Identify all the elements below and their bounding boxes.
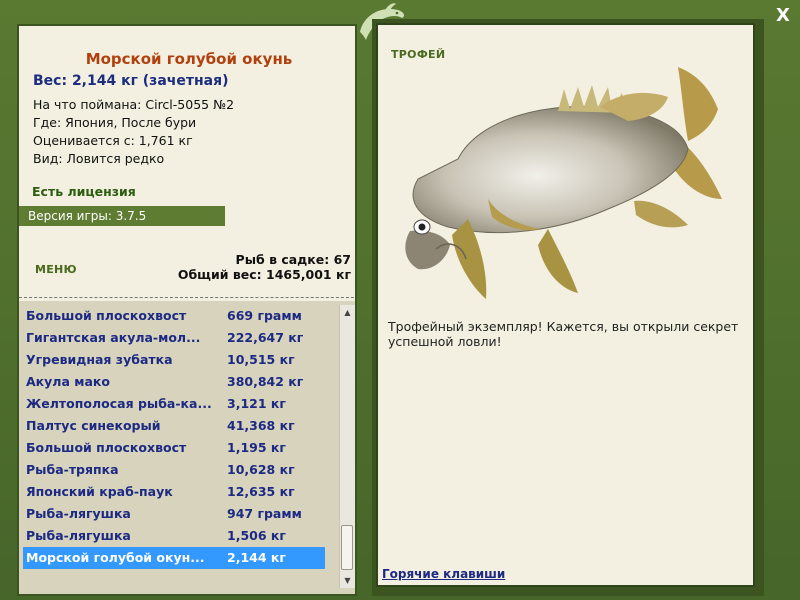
trophy-description: Трофейный экземпляр! Кажется, вы открыли… xyxy=(388,319,739,349)
fish-weight-value: 1,195 кг xyxy=(227,440,286,455)
fish-name: Желтополосая рыба-ка... xyxy=(26,396,212,411)
fish-image xyxy=(405,67,722,299)
fish-name: Акула мако xyxy=(26,374,110,389)
catch-details-panel: Морской голубой окунь Вес: 2,144 кг (зач… xyxy=(17,24,357,596)
fish-weight: Вес: 2,144 кг (зачетная) xyxy=(33,73,229,89)
list-item[interactable]: Палтус синекорый 41,368 кг xyxy=(23,415,325,437)
trophy-label: ТРОФЕЙ xyxy=(391,48,446,61)
game-version: Версия игры: 3.7.5 xyxy=(19,206,225,226)
fish-name: Гигантская акула-мол... xyxy=(26,330,201,345)
total-weight: Общий вес: 1465,001 кг xyxy=(177,267,351,282)
list-item[interactable]: Угревидная зубатка 10,515 кг xyxy=(23,349,325,371)
fish-name: Угревидная зубатка xyxy=(26,352,173,367)
fish-name: Рыба-лягушка xyxy=(26,506,131,521)
valued-from-text: Оценивается с: 1,761 кг xyxy=(33,133,193,148)
fish-name: Японский краб-паук xyxy=(26,484,173,499)
list-item[interactable]: Рыба-лягушка 1,506 кг xyxy=(23,525,325,547)
fish-weight-value: 10,515 кг xyxy=(227,352,295,367)
scroll-thumb[interactable] xyxy=(341,525,353,570)
list-scrollbar[interactable]: ▲ ▼ xyxy=(339,305,355,588)
catch-rows: Большой плоскохвост 669 грамм Гигантская а… xyxy=(23,305,325,569)
list-item[interactable]: Акула мако 380,842 кг xyxy=(23,371,325,393)
fish-name: Морской голубой окун... xyxy=(26,550,205,565)
fish-count: Рыб в садке: 67 xyxy=(235,252,351,267)
list-item[interactable]: Морской голубой окун... 2,144 кг xyxy=(23,547,325,569)
license-status: Есть лицензия xyxy=(32,184,136,199)
list-item[interactable]: Большой плоскохвост 1,195 кг xyxy=(23,437,325,459)
fish-weight-value: 1,506 кг xyxy=(227,528,286,543)
fish-title: Морской голубой окунь xyxy=(85,50,293,68)
list-item[interactable]: Японский краб-паук 12,635 кг xyxy=(23,481,325,503)
fish-weight-value: 3,121 кг xyxy=(227,396,286,411)
scroll-up-icon[interactable]: ▲ xyxy=(340,305,355,320)
fish-weight-value: 222,647 кг xyxy=(227,330,304,345)
fish-weight-value: 947 грамм xyxy=(227,506,302,521)
menu-button[interactable]: МЕНЮ xyxy=(35,263,77,276)
caught-with-text: На что поймана: Circl-5055 №2 xyxy=(33,97,235,112)
list-item[interactable]: Большой плоскохвост 669 грамм xyxy=(23,305,325,327)
fish-name: Палтус синекорый xyxy=(26,418,161,433)
fish-weight-value: 10,628 кг xyxy=(227,462,295,477)
hotkeys-link[interactable]: Горячие клавиши xyxy=(382,567,505,581)
scroll-down-icon[interactable]: ▼ xyxy=(340,573,355,588)
fish-info: На что поймана: Circl-5055 №2 Где: Япони… xyxy=(33,96,234,168)
fish-weight-value: 12,635 кг xyxy=(227,484,295,499)
rarity-text: Вид: Ловится редко xyxy=(33,151,165,166)
fish-weight-value: 41,368 кг xyxy=(227,418,295,433)
fish-weight-value: 2,144 кг xyxy=(227,550,286,565)
list-item[interactable]: Рыба-лягушка 947 грамм xyxy=(23,503,325,525)
fish-weight-value: 669 грамм xyxy=(227,308,302,323)
fish-name: Большой плоскохвост xyxy=(26,308,187,323)
divider xyxy=(19,297,355,298)
fish-name: Рыба-лягушка xyxy=(26,528,131,543)
trophy-panel: ТРОФЕЙ Трофейный экземпляр! Кажется, вы … xyxy=(376,23,755,587)
fish-name: Большой плоскохвост xyxy=(26,440,187,455)
trophy-panel-frame: ТРОФЕЙ Трофейный экземпляр! Кажется, вы … xyxy=(372,19,764,596)
keepnet-stats: Рыб в садке: 67 Общий вес: 1465,001 кг xyxy=(178,252,351,282)
catch-list: Большой плоскохвост 669 грамм Гигантская а… xyxy=(19,301,355,594)
list-item[interactable]: Желтополосая рыба-ка... 3,121 кг xyxy=(23,393,325,415)
close-button[interactable]: X xyxy=(772,5,794,27)
fish-name: Рыба-тряпка xyxy=(26,462,119,477)
list-item[interactable]: Гигантская акула-мол... 222,647 кг xyxy=(23,327,325,349)
location-text: Где: Япония, После бури xyxy=(33,115,197,130)
list-item[interactable]: Рыба-тряпка 10,628 кг xyxy=(23,459,325,481)
fish-weight-value: 380,842 кг xyxy=(227,374,304,389)
